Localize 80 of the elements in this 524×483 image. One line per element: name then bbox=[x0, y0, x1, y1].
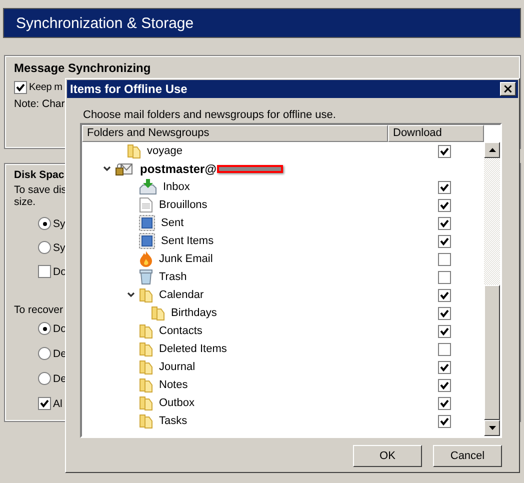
group-title: Message Synchronizing bbox=[14, 61, 151, 75]
radio-button[interactable] bbox=[38, 217, 51, 230]
scroll-thumb[interactable] bbox=[484, 285, 500, 420]
folder-name[interactable]: Birthdays bbox=[171, 307, 217, 319]
folder-name[interactable]: Deleted Items bbox=[159, 343, 227, 355]
checkbox[interactable] bbox=[438, 180, 450, 194]
inbox-icon bbox=[139, 179, 157, 195]
folder-icon bbox=[151, 305, 165, 321]
radio-button[interactable] bbox=[38, 372, 51, 385]
checkbox[interactable] bbox=[438, 360, 450, 374]
checkbox[interactable] bbox=[438, 414, 450, 428]
trash-icon bbox=[139, 269, 153, 285]
flame-icon bbox=[139, 251, 153, 267]
account-name[interactable]: postmaster@ bbox=[140, 162, 216, 176]
close-button[interactable]: × bbox=[500, 82, 516, 96]
folder-name[interactable]: Sent bbox=[161, 217, 184, 229]
column-header[interactable]: Download bbox=[388, 125, 484, 142]
checkbox[interactable] bbox=[438, 216, 450, 230]
folder-name[interactable]: Journal bbox=[159, 361, 196, 373]
checkbox[interactable] bbox=[438, 306, 450, 320]
folder-icon bbox=[139, 323, 153, 339]
folder-name[interactable]: Sent Items bbox=[161, 235, 214, 247]
checkbox[interactable] bbox=[38, 265, 51, 278]
collapse-toggle[interactable] bbox=[102, 166, 112, 172]
folder-name[interactable]: Calendar bbox=[159, 289, 204, 301]
folder-icon bbox=[139, 377, 153, 393]
folder-icon bbox=[139, 341, 153, 357]
folder-name[interactable]: Notes bbox=[159, 379, 188, 391]
radio-button[interactable] bbox=[38, 322, 51, 335]
checkbox[interactable] bbox=[438, 270, 450, 284]
folder-name[interactable]: Outbox bbox=[159, 397, 194, 409]
envelope-lock-icon bbox=[115, 162, 133, 176]
folder-name[interactable]: Brouillons bbox=[159, 199, 208, 211]
folder-icon bbox=[139, 287, 153, 303]
down-arrow-icon bbox=[488, 426, 496, 430]
group-title: Disk Spac bbox=[14, 169, 64, 181]
checkbox[interactable] bbox=[438, 378, 450, 392]
description-text: size. bbox=[14, 196, 36, 208]
document-icon bbox=[139, 197, 153, 213]
checkbox[interactable] bbox=[438, 342, 450, 356]
radio-button[interactable] bbox=[38, 241, 51, 254]
checkbox[interactable] bbox=[438, 144, 450, 158]
dialog-title: Items for Offline Use bbox=[70, 82, 188, 96]
checkbox[interactable] bbox=[38, 397, 51, 410]
folder-icon bbox=[139, 395, 153, 411]
note-text: Note: Char bbox=[14, 98, 65, 110]
folder-icon bbox=[127, 143, 141, 159]
cancel-button[interactable]: Cancel bbox=[433, 445, 502, 467]
page-title: Synchronization & Storage bbox=[3, 8, 521, 38]
option-label: Sy bbox=[53, 218, 66, 230]
folder-icon bbox=[139, 359, 153, 375]
stamp-icon bbox=[139, 215, 155, 231]
checkbox[interactable] bbox=[438, 252, 450, 266]
scroll-up-button[interactable] bbox=[484, 142, 500, 158]
folder-name[interactable]: Inbox bbox=[163, 181, 190, 193]
radio-button[interactable] bbox=[38, 347, 51, 360]
checkbox[interactable] bbox=[438, 324, 450, 338]
up-arrow-icon bbox=[488, 148, 496, 152]
folder-name[interactable]: Tasks bbox=[159, 415, 188, 427]
option-label: Keep m bbox=[29, 82, 62, 93]
ok-button[interactable]: OK bbox=[353, 445, 422, 467]
folder-name[interactable]: Contacts bbox=[159, 325, 202, 337]
scrollbar[interactable] bbox=[484, 142, 500, 436]
description-text: To recover bbox=[14, 304, 64, 316]
checkbox[interactable] bbox=[14, 81, 27, 94]
checkbox[interactable] bbox=[438, 288, 450, 302]
scroll-down-button[interactable] bbox=[484, 420, 500, 436]
checkbox[interactable] bbox=[438, 198, 450, 212]
stamp-icon bbox=[139, 233, 155, 249]
folder-icon bbox=[139, 413, 153, 429]
checkbox[interactable] bbox=[438, 234, 450, 248]
folder-name[interactable]: Trash bbox=[159, 271, 187, 283]
checkbox[interactable] bbox=[438, 396, 450, 410]
collapse-toggle[interactable] bbox=[126, 292, 136, 298]
folder-name[interactable]: Junk Email bbox=[159, 253, 213, 265]
instruction-text: Choose mail folders and newsgroups for offline use. bbox=[83, 109, 337, 121]
column-header[interactable]: Folders and Newsgroups bbox=[82, 125, 388, 142]
option-label: Al bbox=[53, 398, 62, 410]
option-label: Sy bbox=[53, 242, 66, 254]
folder-name[interactable]: voyage bbox=[147, 145, 182, 157]
